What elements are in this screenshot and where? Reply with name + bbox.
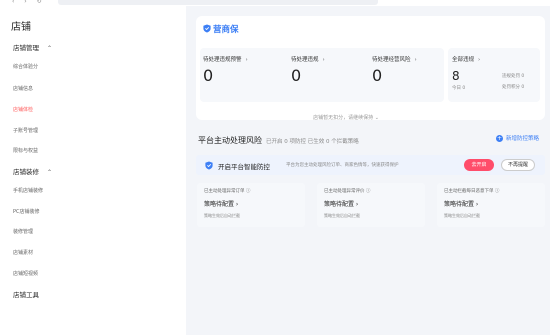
stat-label: 待处理经营风险 [372, 57, 411, 63]
banner-subtitle: 平台为您主动处理风险订单、商家色情等，快速获得保护 [286, 163, 399, 168]
policy-status: 策略待配置 › [204, 201, 239, 208]
sidebar-item-decoration-management[interactable]: 装修管理 [13, 228, 33, 235]
sidebar-item-store-assets[interactable]: 店铺素材 [13, 249, 33, 256]
stat-label: 待处理违规 [291, 57, 319, 63]
sidebar-group-label: 店铺装修 [13, 168, 39, 176]
stat-penalty: 处罚积分 0 [502, 85, 525, 90]
brand-label: 营商保 [213, 25, 239, 35]
policy-status: 策略待配置 › [324, 201, 359, 208]
sidebar-item-short-videos[interactable]: 店铺短视频 [13, 270, 38, 277]
policy-description: 策略生效后自动拦截 [324, 213, 360, 218]
section-title: 平台主动处理风险 [198, 136, 262, 145]
policy-description: 策略生效后自动拦截 [444, 213, 480, 218]
shield-icon [203, 24, 211, 33]
brand-title: 营商保 [203, 23, 239, 35]
stat-pending-violations[interactable]: 待处理违规 › 0 [291, 55, 325, 85]
policy-description: 策略生效后自动拦截 [204, 213, 240, 218]
sidebar-group-label: 店铺管理 [13, 44, 39, 52]
sidebar-title: 店铺 [11, 22, 31, 33]
plus-icon: + [496, 135, 503, 142]
overview-card: 营商保 待处理违规预警 › 0 待处理违规 › 0 待处理经营风险 › 0 全部违规 ›… [196, 16, 545, 121]
policy-status: 策略待配置 › [444, 201, 479, 208]
sidebar-item-mobile-decoration[interactable]: 手机店铺装修 [13, 187, 43, 194]
enable-protection-button[interactable]: 去开启 [464, 159, 494, 171]
add-policy-label: 新增防控策略 [506, 136, 540, 142]
stat-today: 今日 0 [452, 86, 466, 91]
stat-label: 待处理违规预警 [203, 57, 242, 63]
stat-value: 0 [372, 66, 383, 85]
dismiss-reminder-button[interactable]: 不再提醒 [501, 159, 535, 171]
stat-all-violations[interactable]: 全部违规 › 8 今日 0 违规处罚 0 处罚积分 0 [452, 55, 524, 91]
stat-appeal: 违规处罚 0 [502, 74, 525, 79]
sidebar-group-store-decoration[interactable]: 店铺装修 ⌃ [13, 166, 52, 176]
stat-value: 0 [203, 66, 214, 85]
add-policy-button[interactable]: + 新增防控策略 [496, 134, 539, 142]
sidebar-item-store-checkup[interactable]: 店铺体检 [13, 106, 33, 113]
sidebar-group-store-management[interactable]: 店铺管理 ⌃ [13, 42, 52, 52]
stat-value: 8 [452, 69, 460, 83]
section-subtitle: 已开启 0 项防控 已生效 0 个拦截策略 [266, 139, 359, 145]
policy-title: 已主动拦截每日恶意下单 ⓘ [444, 189, 500, 194]
policy-card-malicious-orders[interactable]: 已主动拦截每日恶意下单 ⓘ 策略待配置 › 策略生效后自动拦截 [437, 183, 545, 227]
sidebar-item-store-info[interactable]: 店铺信息 [13, 85, 33, 92]
policy-card-abnormal-reviews[interactable]: 已主动处理异常评价 ⓘ 策略待配置 › 策略生效后自动拦截 [317, 183, 425, 227]
sidebar: 店铺 店铺管理 ⌃ 综合体验分 店铺信息 店铺体检 子账号管理 限标与权益 店铺装… [0, 6, 186, 335]
smart-protection-banner: 开启平台智能防控 平台为您主动处理风险订单、商家色情等，快速获得保护 去开启 不… [196, 155, 545, 175]
browser-nav-icons[interactable]: ‹ › ↻ [12, 0, 46, 5]
sidebar-item-sub-accounts[interactable]: 子账号管理 [13, 127, 38, 134]
policy-card-abnormal-orders[interactable]: 已主动处理异常订单 ⓘ 策略待配置 › 策略生效后自动拦截 [197, 183, 305, 227]
policy-title: 已主动处理异常订单 ⓘ [204, 189, 251, 194]
stat-value: 0 [291, 66, 302, 85]
stat-pending-risks[interactable]: 待处理经营风险 › 0 [372, 55, 417, 85]
stat-pending-warnings[interactable]: 待处理违规预警 › 0 [203, 55, 248, 85]
chevron-right-icon: › [245, 57, 248, 63]
sidebar-item-overall-score[interactable]: 综合体验分 [13, 63, 38, 70]
policy-title: 已主动处理异常评价 ⓘ [324, 189, 371, 194]
sidebar-item-limits-rights[interactable]: 限标与权益 [13, 147, 38, 154]
chevron-up-icon: ⌃ [47, 45, 53, 52]
banner-title: 开启平台智能防控 [218, 163, 270, 171]
address-bar[interactable] [58, 0, 378, 5]
sidebar-group-store-tools[interactable]: 店铺工具 [13, 289, 39, 299]
stat-label: 全部违规 [452, 57, 475, 63]
score-status-text[interactable]: 店铺暂无扣分，请继续保持 ⌄ [196, 114, 496, 121]
sidebar-item-pc-decoration[interactable]: PC店铺装修 [13, 208, 40, 215]
chevron-right-icon: › [478, 57, 481, 63]
shield-icon [205, 161, 213, 170]
chevron-up-icon: ⌃ [47, 169, 53, 176]
chevron-right-icon: › [414, 57, 417, 63]
chevron-right-icon: › [322, 57, 325, 63]
